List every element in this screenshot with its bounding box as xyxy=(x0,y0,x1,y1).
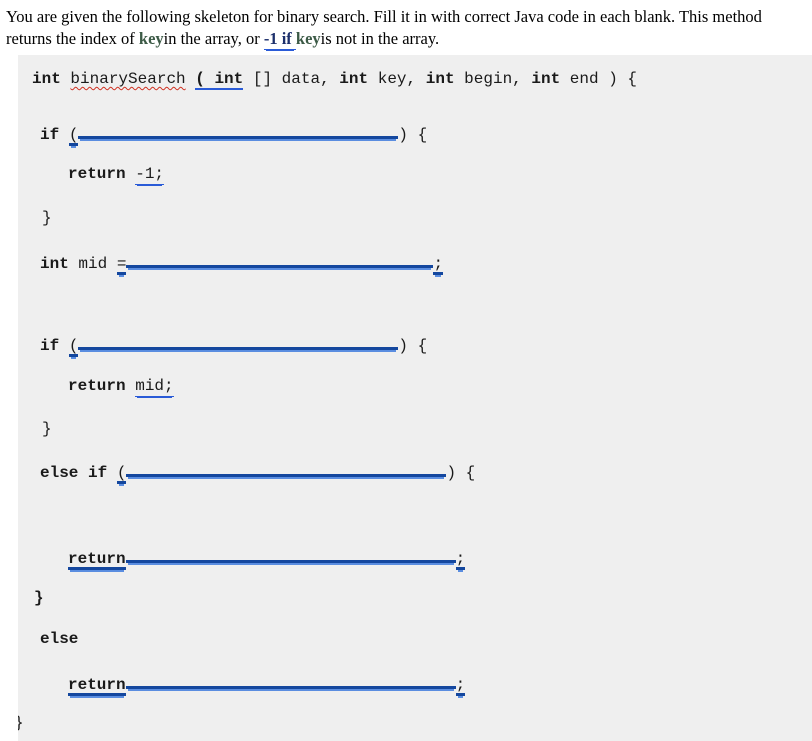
return-blank-1-semicolon: ; xyxy=(455,550,466,570)
code-line-else: else xyxy=(40,629,78,651)
blank-mid-expression[interactable] xyxy=(126,251,434,268)
return-mid-value: mid; xyxy=(135,377,174,397)
mid-decl-semicolon: ; xyxy=(433,255,444,275)
else-if-keyword: else if xyxy=(40,464,108,482)
code-line-signature: int binarySearch ( int [] data, int key,… xyxy=(32,69,637,91)
prompt-text-part2: in the array, or xyxy=(163,28,264,48)
if-2-open-paren: ( xyxy=(68,337,79,357)
close-brace-3: } xyxy=(34,589,44,607)
if-1-open-paren: ( xyxy=(68,126,79,146)
code-line-close-brace-3: } xyxy=(34,588,44,610)
if-2-keyword: if xyxy=(40,337,60,355)
return-mid-keyword: return xyxy=(68,377,126,395)
code-line-return-blank-2: return; xyxy=(68,672,466,696)
return-minus1-value: -1; xyxy=(135,165,165,185)
blank-return-expression-1[interactable] xyxy=(125,546,456,563)
signature-param3-type: int xyxy=(425,70,455,88)
signature-param2-name: key, xyxy=(377,70,417,88)
signature-param4-type: int xyxy=(531,70,561,88)
code-line-close-brace-1: } xyxy=(42,208,52,230)
return-minus1-keyword: return xyxy=(68,165,126,183)
blank-if-condition-2[interactable] xyxy=(78,333,399,350)
prompt-keyword-minus-one: -1 if xyxy=(263,28,296,50)
signature-param2-type: int xyxy=(339,70,369,88)
mid-decl-type: int xyxy=(40,255,69,273)
mid-decl-equals: = xyxy=(116,255,127,275)
close-brace-2: } xyxy=(42,420,52,438)
close-brace-final: } xyxy=(18,714,24,732)
if-1-keyword: if xyxy=(40,126,60,144)
code-line-if-2: if ( ) { xyxy=(40,333,428,357)
signature-param4-name: end ) { xyxy=(569,70,638,88)
else-if-open-paren: ( xyxy=(116,464,127,484)
code-line-return-mid: return mid; xyxy=(68,376,174,398)
signature-return-type: int xyxy=(32,70,61,88)
prompt-keyword-key-1: key xyxy=(138,28,164,48)
prompt-paragraph: You are given the following skeleton for… xyxy=(0,0,806,50)
code-line-else-if: else if ( ) { xyxy=(40,460,476,484)
if-1-close: ) { xyxy=(398,126,428,144)
return-blank-2-semicolon: ; xyxy=(455,676,466,696)
signature-method-name: binarySearch xyxy=(70,70,186,88)
mid-decl-name: mid xyxy=(78,255,108,273)
blank-else-if-condition[interactable] xyxy=(126,460,447,477)
signature-array-brackets: [] data, xyxy=(252,70,330,88)
code-line-return-minus1: return -1; xyxy=(68,164,165,186)
else-if-close: ) { xyxy=(446,464,476,482)
code-line-mid-decl: int mid =; xyxy=(40,251,444,275)
code-line-return-blank-1: return; xyxy=(68,546,466,570)
return-blank-2-keyword: return xyxy=(68,676,126,696)
else-keyword: else xyxy=(40,630,79,648)
signature-open-paren-int: ( int xyxy=(195,70,244,90)
prompt-text-part3: is not in the array. xyxy=(320,28,440,48)
close-brace-1: } xyxy=(42,209,52,227)
code-skeleton-block: int binarySearch ( int [] data, int key,… xyxy=(18,55,812,741)
blank-return-expression-2[interactable] xyxy=(125,672,456,689)
code-line-close-brace-2: } xyxy=(42,419,52,441)
if-2-close: ) { xyxy=(398,337,428,355)
return-blank-1-keyword: return xyxy=(68,550,126,570)
blank-if-condition-1[interactable] xyxy=(78,122,399,139)
code-line-close-brace-final: } xyxy=(18,713,24,735)
code-line-if-1: if ( ) { xyxy=(40,122,428,146)
prompt-keyword-key-2: key xyxy=(295,28,321,48)
signature-param3-name: begin, xyxy=(464,70,522,88)
